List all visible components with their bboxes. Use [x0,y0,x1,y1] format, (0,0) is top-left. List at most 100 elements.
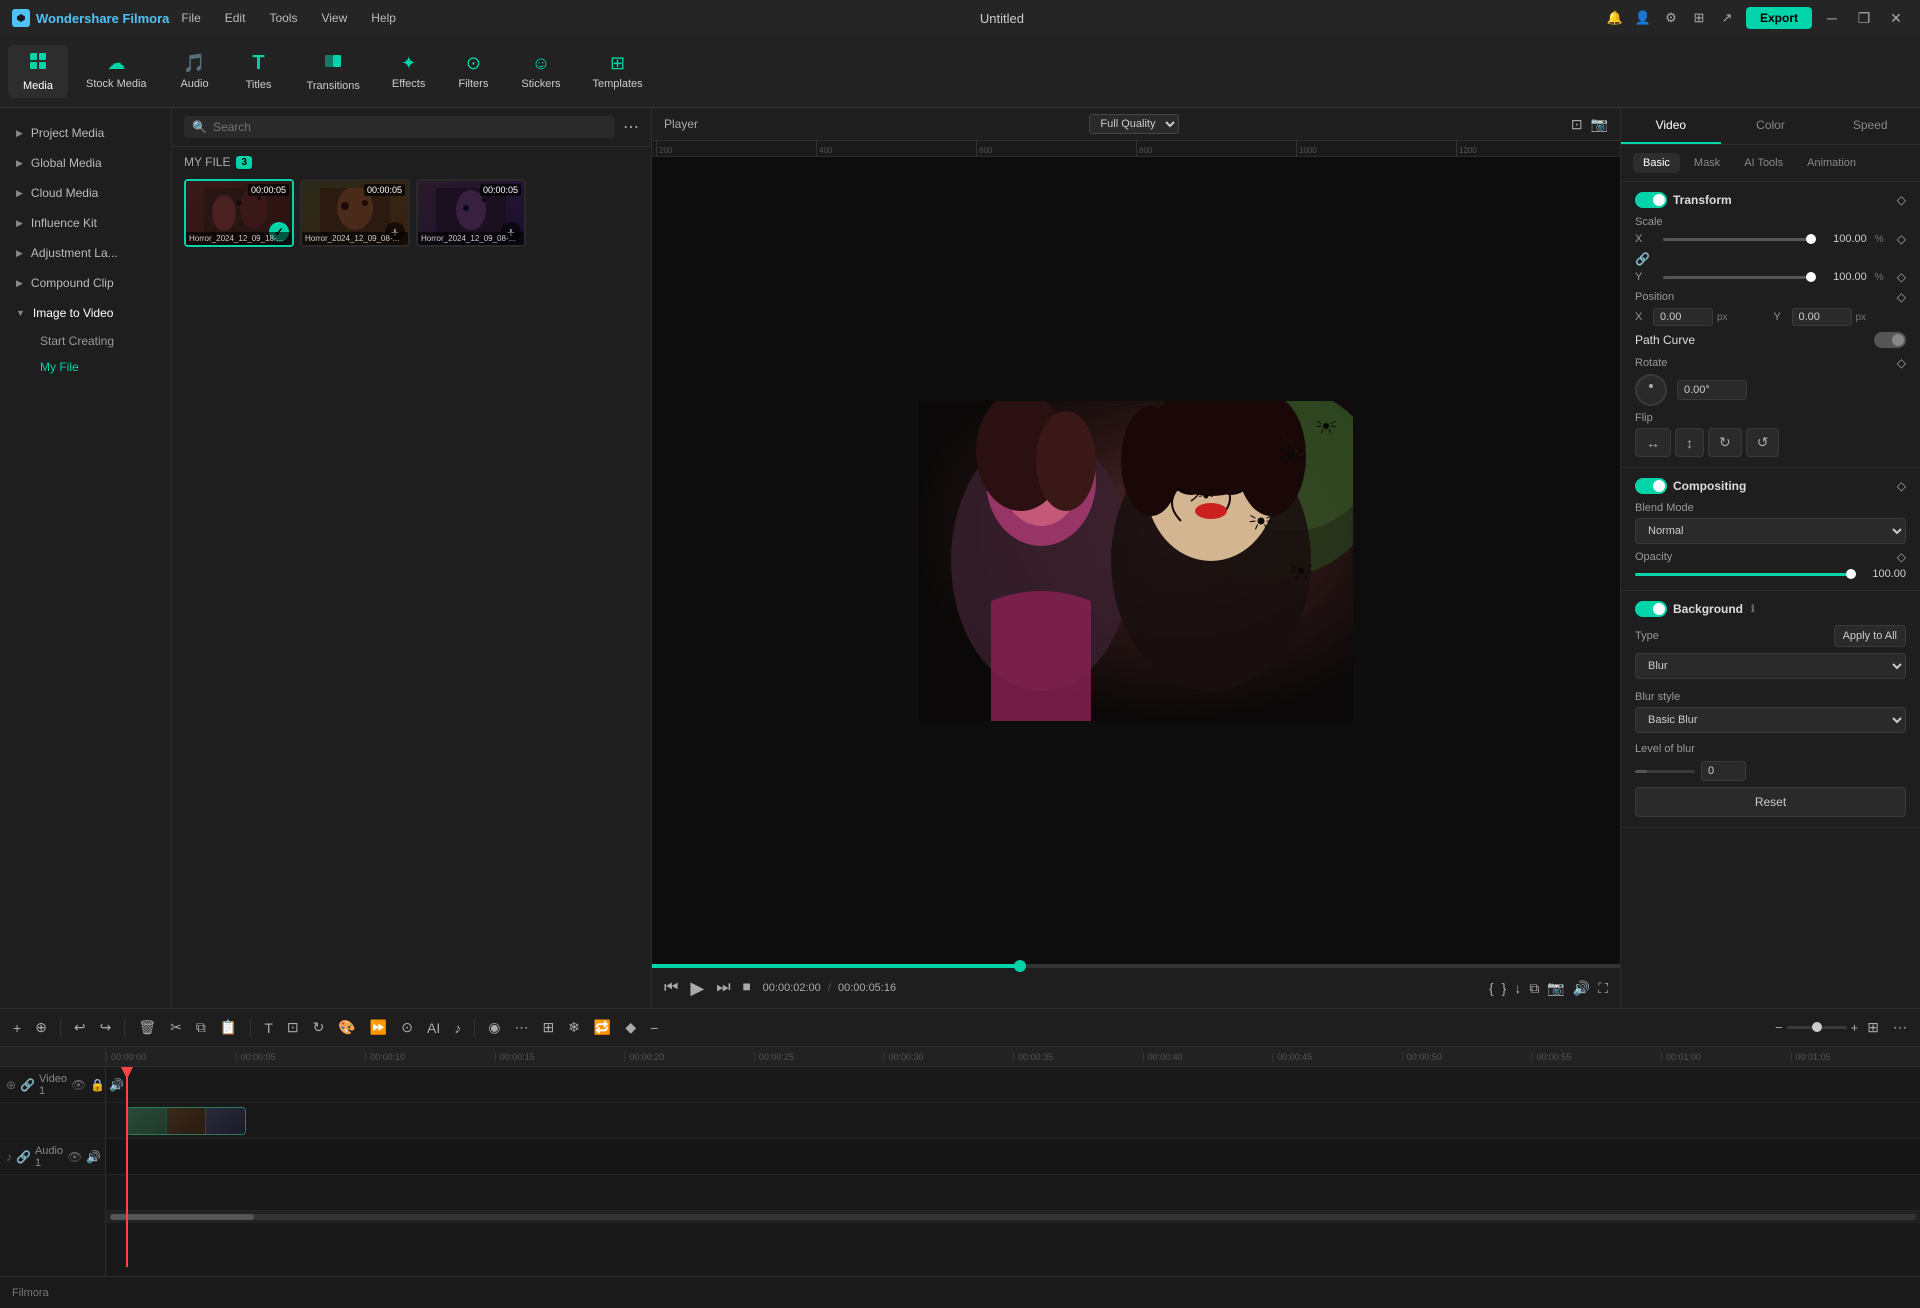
rotate-dial[interactable] [1635,374,1667,406]
tool-media[interactable]: Media [8,45,68,98]
sub-tab-basic[interactable]: Basic [1633,153,1680,173]
scale-y-keyframe[interactable]: ◇ [1897,270,1906,284]
zoomout-button[interactable]: − [645,1017,663,1039]
quality-select[interactable]: Full Quality [1089,114,1179,134]
sub-tab-ai-tools[interactable]: AI Tools [1734,153,1793,173]
media-thumb-1[interactable]: 00:00:05 ✓ Horror_2024_12_09_18-... [184,179,294,247]
account-icon[interactable]: 👤 [1632,7,1654,29]
track-link-icon[interactable]: 🔗 [20,1078,35,1092]
sidebar-item-influence-kit[interactable]: ▶ Influence Kit [0,208,171,238]
redo-button[interactable]: ↪ [95,1016,117,1039]
group-button[interactable]: ⊞ [537,1016,559,1039]
scale-x-slider[interactable] [1663,238,1811,241]
tab-video[interactable]: Video [1621,108,1721,144]
sidebar-item-compound-clip[interactable]: ▶ Compound Clip [0,268,171,298]
tool-transitions[interactable]: Transitions [293,45,374,98]
grid-icon[interactable]: ⊞ [1688,7,1710,29]
sidebar-item-image-to-video[interactable]: ▼ Image to Video [0,298,171,328]
tool-stickers[interactable]: ☺ Stickers [507,47,574,96]
scale-link-icon[interactable]: 🔗 [1635,252,1650,266]
flip-horizontal-button[interactable]: ↔ [1635,428,1671,457]
color-button[interactable]: 🎨 [333,1016,360,1039]
tool-titles[interactable]: T Titles [229,46,289,97]
settings-icon[interactable]: ⚙ [1660,7,1682,29]
compositing-toggle[interactable] [1635,478,1667,494]
aspect-ratio-icon[interactable]: ⊡ [1571,116,1583,133]
menu-tools[interactable]: Tools [265,9,301,27]
flip-rotate-cw-button[interactable]: ↻ [1708,428,1742,457]
delete-button[interactable]: 🗑 [133,1016,161,1039]
level-blur-slider[interactable] [1635,770,1695,773]
apply-all-button[interactable]: Apply to All [1834,625,1906,647]
snap-button[interactable]: ⊕ [30,1016,52,1039]
tool-effects[interactable]: ✦ Effects [378,47,439,96]
zoom-in-button[interactable]: + [1851,1020,1859,1035]
media-thumb-3[interactable]: 00:00:05 + Horror_2024_12_09_08-... [416,179,526,247]
background-toggle[interactable] [1635,601,1667,617]
sidebar-item-cloud-media[interactable]: ▶ Cloud Media [0,178,171,208]
position-x-input[interactable] [1653,308,1713,326]
play-button[interactable]: ▶ [690,978,704,999]
freeze-button[interactable]: ❄ [563,1016,585,1039]
search-box[interactable]: 🔍 [184,116,615,138]
progress-bar[interactable] [652,964,1620,968]
ai-button[interactable]: AI [422,1017,445,1039]
path-curve-toggle[interactable] [1874,332,1906,348]
insert-icon[interactable]: ↓ [1514,980,1521,996]
stop-button[interactable]: ⏹ [743,979,751,997]
share-icon[interactable]: ↗ [1716,7,1738,29]
tool-templates[interactable]: ⊞ Templates [578,47,656,96]
crop-button[interactable]: ⊡ [282,1016,304,1039]
previous-frame-button[interactable]: ⏮ [664,979,678,997]
menu-help[interactable]: Help [367,9,400,27]
rotate-input[interactable] [1677,380,1747,400]
audio-icon[interactable]: 🔊 [1573,980,1590,997]
ripple-button[interactable]: ⋯ [509,1016,533,1039]
blur-style-select[interactable]: Basic Blur Mosaic Blur Luminance Blur [1635,707,1906,733]
text-button[interactable]: T [259,1017,278,1039]
scale-y-slider[interactable] [1663,276,1811,279]
bg-type-select[interactable]: Blur Color Image [1635,653,1906,679]
position-keyframe[interactable]: ◇ [1897,290,1906,304]
speed-button[interactable]: ⏩ [365,1016,392,1039]
out-point-icon[interactable]: } [1502,980,1507,996]
flip-vertical-button[interactable]: ↕ [1675,428,1704,457]
snapshot2-icon[interactable]: 📷 [1547,980,1564,997]
close-button[interactable]: ✕ [1884,6,1908,30]
tab-color[interactable]: Color [1721,108,1821,144]
scale-x-keyframe[interactable]: ◇ [1897,232,1906,246]
copy-button[interactable]: ⧉ [191,1016,211,1039]
tab-speed[interactable]: Speed [1820,108,1920,144]
sidebar-item-my-file[interactable]: My File [24,354,171,380]
zoom-slider[interactable] [1787,1026,1847,1029]
loop-button[interactable]: 🔁 [589,1016,616,1039]
keyframe-button[interactable]: ◆ [620,1016,641,1039]
transform-keyframe[interactable]: ◇ [1897,193,1906,207]
sidebar-item-start-creating[interactable]: Start Creating [24,328,171,354]
grid-view-button[interactable]: ⊞ [1862,1016,1884,1039]
notification-icon[interactable]: 🔔 [1604,7,1626,29]
position-y-input[interactable] [1792,308,1852,326]
track-audio-eye-icon[interactable]: 👁 [67,1150,82,1164]
next-frame-button[interactable]: ⏭ [716,979,730,997]
scrollbar-thumb[interactable] [110,1214,254,1220]
minimize-button[interactable]: ─ [1820,6,1844,30]
audio-button[interactable]: ♪ [449,1017,466,1039]
search-input[interactable] [213,120,607,134]
track-link-audio-icon[interactable]: 🔗 [16,1150,31,1164]
more-options-button[interactable]: ⋯ [623,117,639,137]
scrollbar-track[interactable] [110,1214,1916,1220]
in-point-icon[interactable]: { [1489,980,1494,996]
progress-thumb[interactable] [1014,960,1026,972]
fullscreen-icon[interactable]: ⛶ [1598,980,1608,997]
sub-tab-animation[interactable]: Animation [1797,153,1866,173]
export-button[interactable]: Export [1746,7,1812,29]
opacity-keyframe[interactable]: ◇ [1897,550,1906,564]
track-add-icon[interactable]: ⊕ [6,1078,16,1092]
flip-rotate-ccw-button[interactable]: ↺ [1746,428,1780,457]
track-lock-icon[interactable]: 🔒 [90,1078,105,1092]
tool-filters[interactable]: ⊙ Filters [443,47,503,96]
zoom-out-button[interactable]: − [1775,1020,1783,1035]
transform-toggle[interactable] [1635,192,1667,208]
rotate-keyframe[interactable]: ◇ [1897,356,1906,370]
